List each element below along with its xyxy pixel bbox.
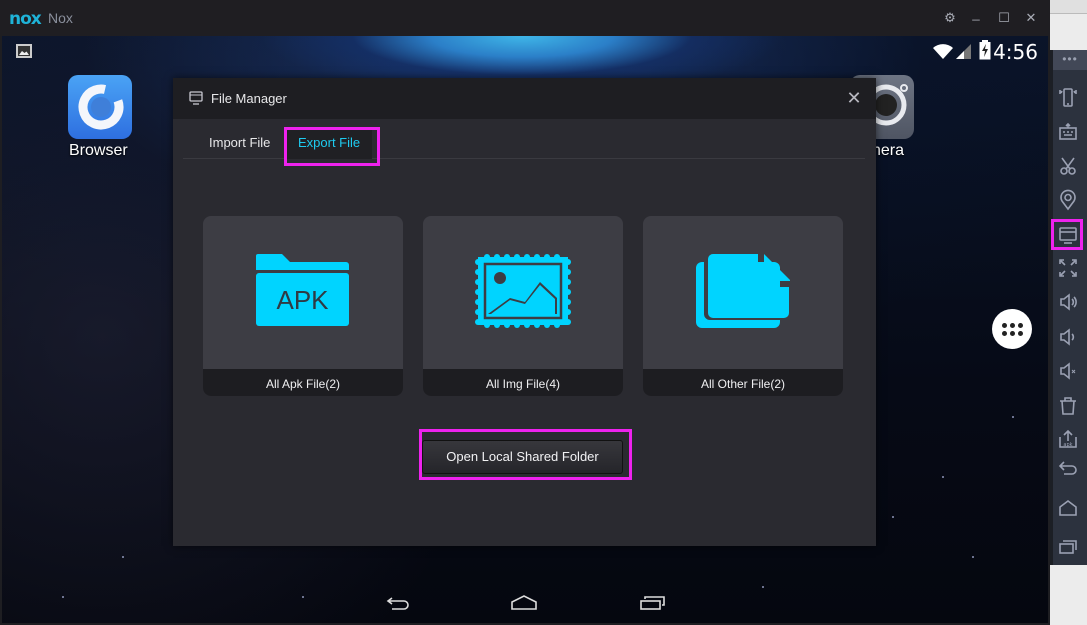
browser-label: Browser <box>69 142 128 159</box>
dot <box>1017 330 1023 336</box>
title-bar: nox Nox ⚙ _ ☐ ✕ <box>0 0 1050 36</box>
open-local-shared-folder-button[interactable]: Open Local Shared Folder <box>422 440 623 474</box>
browser-icon[interactable] <box>68 75 132 139</box>
home-icon[interactable] <box>511 595 537 611</box>
tab-import-file[interactable]: Import File <box>197 127 282 159</box>
more-options-button[interactable]: ••• <box>1053 50 1087 70</box>
tab-export-file[interactable]: Export File <box>286 127 373 159</box>
android-navbar <box>2 587 1048 623</box>
mute-icon[interactable] <box>1056 359 1080 383</box>
card-label: All Other File(2) <box>643 369 843 396</box>
volume-down-icon[interactable] <box>1056 325 1080 349</box>
nox-logo: nox <box>9 9 42 29</box>
card-img-files[interactable]: All Img File(4) <box>423 216 623 396</box>
status-clock: 4:56 <box>993 40 1038 64</box>
tab-bar: Import File Export File <box>183 127 865 159</box>
apk-text: APK <box>276 285 329 315</box>
scissors-icon[interactable] <box>1056 154 1080 178</box>
back-icon[interactable] <box>1056 456 1080 480</box>
volume-up-icon[interactable] <box>1056 290 1080 314</box>
recents-icon[interactable] <box>1056 534 1080 558</box>
apk-install-icon[interactable]: apk <box>1056 427 1080 451</box>
close-icon[interactable]: ✕ <box>844 88 864 108</box>
side-toolbar: ••• apk <box>1050 0 1087 625</box>
star <box>972 556 974 558</box>
app-drawer-icon[interactable] <box>992 309 1032 349</box>
signal-icon <box>956 44 971 59</box>
apk-folder-icon: APK <box>256 254 349 326</box>
file-manager-dialog: File Manager ✕ Import File Export File A… <box>173 78 876 546</box>
dot <box>1001 330 1007 336</box>
nox-window: nox Nox ⚙ _ ☐ ✕ 4:56 Browser nera File M… <box>0 0 1050 625</box>
card-other-files[interactable]: All Other File(2) <box>643 216 843 396</box>
dot <box>1009 330 1015 336</box>
card-apk-files[interactable]: APK All Apk File(2) <box>203 216 403 396</box>
star <box>122 556 124 558</box>
gallery-icon <box>16 44 32 58</box>
battery-charging-icon <box>979 40 991 60</box>
back-icon[interactable] <box>386 595 410 611</box>
star <box>1012 416 1014 418</box>
keyboard-icon[interactable] <box>1056 120 1080 144</box>
camera-label: nera <box>872 142 905 159</box>
dialog-header: File Manager ✕ <box>173 78 876 119</box>
fullscreen-icon[interactable] <box>1056 256 1080 280</box>
maximize-icon[interactable]: ☐ <box>994 8 1014 28</box>
shake-phone-icon[interactable] <box>1056 86 1080 110</box>
dot <box>1017 322 1023 328</box>
star <box>892 516 894 518</box>
files-icon <box>696 254 790 328</box>
home-icon[interactable] <box>1056 496 1080 520</box>
card-label: All Apk File(2) <box>203 369 403 396</box>
card-label: All Img File(4) <box>423 369 623 396</box>
location-icon[interactable] <box>1056 188 1080 212</box>
wifi-icon <box>933 44 953 59</box>
star <box>942 476 944 478</box>
monitor-icon <box>189 91 203 105</box>
gear-icon[interactable]: ⚙ <box>940 8 960 28</box>
monitor-icon[interactable] <box>1056 223 1080 247</box>
svg-text:apk: apk <box>1063 442 1072 448</box>
image-icon <box>475 254 571 328</box>
dot <box>1001 322 1007 328</box>
close-icon[interactable]: ✕ <box>1021 8 1041 28</box>
recents-icon[interactable] <box>640 595 666 611</box>
dialog-title: File Manager <box>211 91 287 106</box>
app-title: Nox <box>48 10 73 26</box>
dot <box>1009 322 1015 328</box>
trash-icon[interactable] <box>1056 394 1080 418</box>
toolbar-header <box>1050 0 1087 14</box>
minimize-icon[interactable]: _ <box>966 4 986 24</box>
